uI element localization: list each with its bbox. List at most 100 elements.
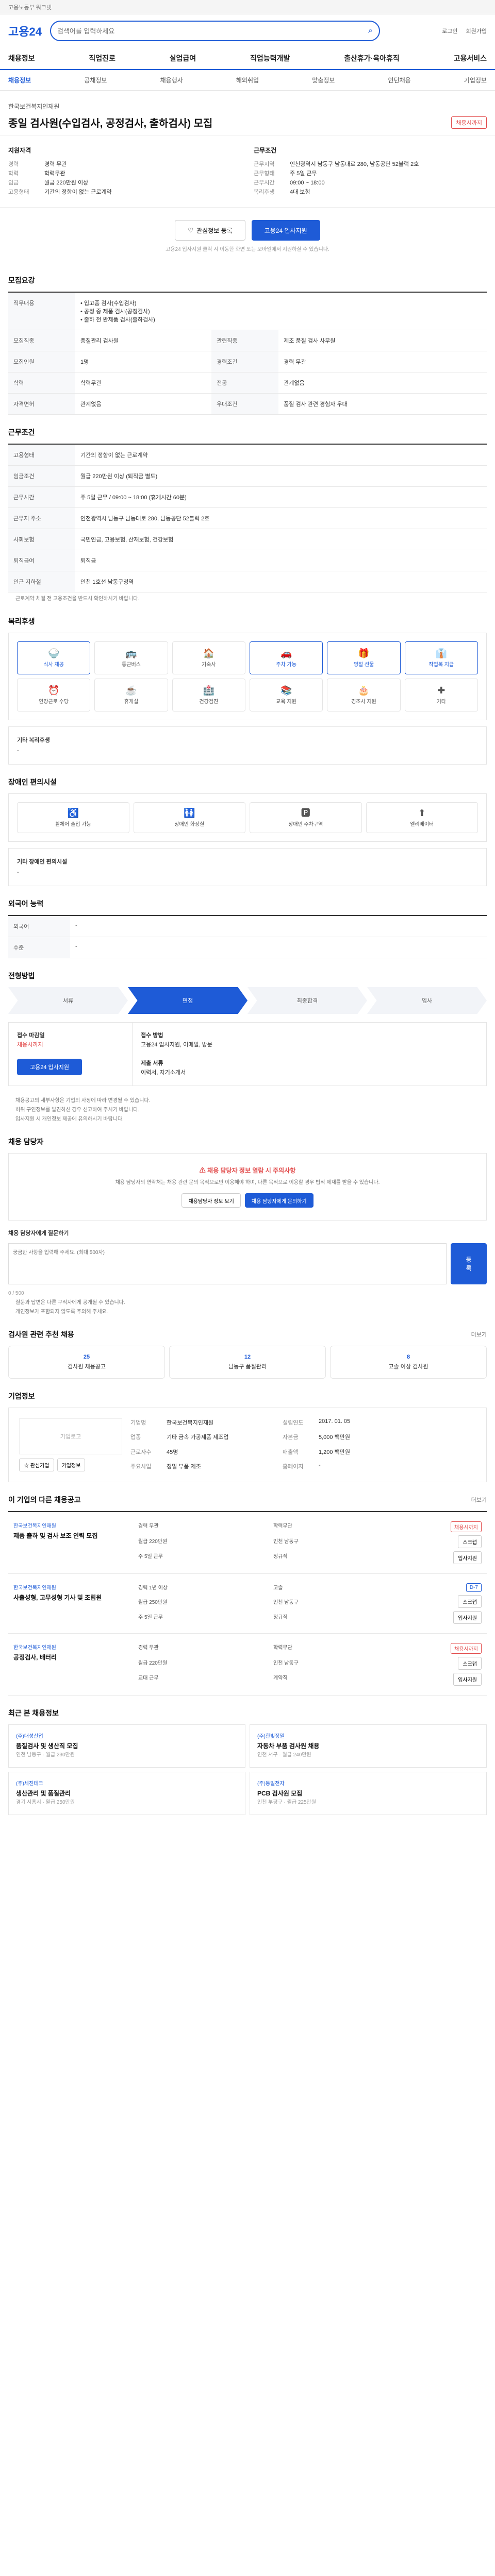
warning-title: ⚠ 채용 담당자 정보 열람 시 주의사항 <box>199 1167 296 1174</box>
login-link[interactable]: 로그인 <box>442 27 457 35</box>
subnav-item-overseas[interactable]: 해외취업 <box>236 76 259 84</box>
scrap-button[interactable]: 스크랩 <box>458 1657 482 1670</box>
apply-small-button[interactable]: 입사지원 <box>453 1673 482 1686</box>
nav-item-jobs[interactable]: 채용정보 <box>8 53 35 63</box>
welfare-item: ⏰ 연장근로 수당 <box>17 679 91 711</box>
main-nav: 채용정보 직업진로 실업급여 직업능력개발 출산휴가·육아휴직 고용서비스 <box>0 47 495 70</box>
job-link[interactable]: 사출성형, 고무성형 기사 및 조립원 <box>13 1593 132 1602</box>
follow-company-button[interactable]: ☆ 관심기업 <box>19 1459 54 1471</box>
apply-small-button[interactable]: 입사지원 <box>453 1551 482 1564</box>
subnav-item-events[interactable]: 채용행사 <box>160 76 183 84</box>
welfare-item: ☕ 휴게실 <box>94 679 168 711</box>
job-link[interactable]: 공정검사, 배터리 <box>13 1653 132 1662</box>
company-title: 기업정보 <box>8 1392 35 1400</box>
qa-count: 0 / 500 <box>8 1291 24 1296</box>
summary-row: 근무시간 09:00 ~ 18:00 <box>254 180 325 186</box>
qa-submit-button[interactable]: 등록 <box>451 1243 487 1284</box>
scrap-button[interactable]: 스크랩 <box>458 1535 482 1548</box>
facility-item: 🅿 장애인 주차구역 <box>250 802 362 833</box>
nav-item-unemployment[interactable]: 실업급여 <box>170 53 196 63</box>
welfare-item: ✚ 기타 <box>404 679 478 711</box>
cake-icon: 🎂 <box>358 685 370 696</box>
welfare-item: 📚 교육 지원 <box>249 679 323 711</box>
site-logo[interactable]: 고용24 <box>8 23 42 39</box>
qualification-panel: 지원자격 경력 경력 무관 학력 학력무관 임금 월급 220만원 이상 고용형태 기간… <box>8 146 241 197</box>
subnav-item-jobs[interactable]: 채용정보 <box>8 76 31 84</box>
parking-icon: 🅿 <box>301 807 310 818</box>
table-row: 근무지 주소 인천광역시 남동구 남동대로 280, 남동공단 52블럭 2호 <box>8 507 487 529</box>
summary-row: 근무형태 주 5일 근무 <box>254 171 317 177</box>
job-org[interactable]: 한국보건복지인재원 <box>8 102 487 111</box>
conditions-panel: 근무조건 근무지역 인천광역시 남동구 남동대로 280, 남동공단 52블럭 2… <box>254 146 487 197</box>
qa-form: 등록 <box>8 1243 487 1284</box>
welfare-item: 🏠 기숙사 <box>172 641 245 674</box>
welfare-item: 🚗 주차 가능 <box>249 641 323 674</box>
conditions-footnote: 근로계약 체결 전 고용조건을 반드시 확인하시기 바랍니다. <box>15 596 140 602</box>
nav-item-service[interactable]: 고용서비스 <box>454 53 487 63</box>
subnav-item-intern[interactable]: 인턴채용 <box>388 76 410 84</box>
recent-card[interactable]: (주)한빛정밀 자동차 부품 검사원 채용 인천 서구 · 월급 240만원 <box>250 1724 487 1768</box>
join-link[interactable]: 회원가입 <box>466 27 487 35</box>
welfare-grid: 🍚 식사 제공 🚌 통근버스 🏠 기숙사 🚗 주차 가능 🎁 명절 선물 👔 작업복 지급 … <box>8 633 487 720</box>
reco-card[interactable]: 25 검사원 채용공고 <box>8 1346 165 1379</box>
scrap-button[interactable]: 스크랩 <box>458 1595 482 1608</box>
process-steps: 서류 면접 최종합격 입사 <box>8 987 487 1014</box>
deadline-panel: 접수 마감일 채용시까지 고용24 입사지원 <box>9 1023 133 1086</box>
search-icon[interactable]: ⌕ <box>368 26 373 36</box>
topbar-text: 고용노동부 워크넷 <box>8 4 52 11</box>
qualification-title: 지원자격 <box>8 147 31 154</box>
process-step: 면접 <box>128 987 248 1014</box>
welfare-item: 🎂 경조사 지원 <box>327 679 401 711</box>
view-contact-button[interactable]: 채용담당자 정보 보기 <box>182 1193 241 1208</box>
disability-grid: ♿ 휠체어 출입 가능 🚻 장애인 화장실 🅿 장애인 주차구역 ⬆ 엘리베이터 <box>8 793 487 842</box>
nav-item-training[interactable]: 직업능력개발 <box>250 53 290 63</box>
apply-button-2[interactable]: 고용24 입사지원 <box>17 1059 82 1075</box>
contact-warning: ⚠ 채용 담당자 정보 열람 시 주의사항 채용 담당자의 연락처는 채용 관련… <box>8 1153 487 1221</box>
subnav-item-custom[interactable]: 맞춤정보 <box>312 76 335 84</box>
facility-item: ⬆ 엘리베이터 <box>366 802 478 833</box>
heart-icon: ♡ <box>188 227 194 234</box>
job-header: 한국보건복지인재원 종일 검사원(수입검사, 공정검사, 출하검사) 모집 채용… <box>0 91 495 135</box>
meal-icon: 🍚 <box>47 648 60 658</box>
recent-title: 최근 본 채용정보 <box>8 1709 59 1717</box>
qa-label: 채용 담당자에게 질문하기 <box>8 1230 69 1236</box>
recent-card[interactable]: (주)동일전자 PCB 검사원 모집 인천 부평구 · 월급 225만원 <box>250 1772 487 1815</box>
process-notes: 채용공고의 세부사항은 기업의 사정에 따라 변경될 수 있습니다. 허위 구인… <box>15 1098 151 1122</box>
nav-item-career[interactable]: 직업진로 <box>89 53 116 63</box>
search-box[interactable]: ⌕ <box>50 21 380 41</box>
summary-row: 복리후생 4대 보험 <box>254 189 310 195</box>
recent-card[interactable]: (주)대성산업 품질검사 및 생산직 모집 인천 남동구 · 월급 230만원 <box>8 1724 245 1768</box>
table-row: 퇴직급여 퇴직금 <box>8 550 487 571</box>
reco-title: 검사원 관련 추천 채용 더보기 <box>8 1330 487 1338</box>
welfare-item: 🏥 건강검진 <box>172 679 245 711</box>
apply-button[interactable]: 고용24 입사지원 <box>251 220 320 241</box>
table-row: 모집직종 품질관리 검사원 관련직종 제조 품질 검사 사무원 <box>8 330 487 351</box>
nav-item-leave[interactable]: 출산휴가·육아휴직 <box>344 53 400 63</box>
search-input[interactable] <box>57 27 364 35</box>
job-link[interactable]: 제품 출하 및 검사 보조 인력 모집 <box>13 1531 132 1540</box>
summary-row: 근무지역 인천광역시 남동구 남동대로 280, 남동공단 52블럭 2호 <box>254 161 419 167</box>
reco-card[interactable]: 8 고졸 이상 검사원 <box>330 1346 487 1379</box>
recent-card[interactable]: (주)세진테크 생산관리 및 품질관리 경기 시흥시 · 월급 250만원 <box>8 1772 245 1815</box>
company-info-button[interactable]: 기업정보 <box>57 1459 86 1471</box>
table-row: 사회보험 국민연금, 고용보험, 산재보험, 건강보험 <box>8 529 487 550</box>
summary-row: 임금 월급 220만원 이상 <box>8 180 89 186</box>
hospital-icon: 🏥 <box>203 685 215 696</box>
car-icon: 🚗 <box>280 648 292 658</box>
process-step: 서류 <box>8 987 128 1014</box>
status-badge: 채용시까지 <box>451 116 487 129</box>
reco-more-link[interactable]: 더보기 <box>471 1330 487 1338</box>
company-logo: 기업로고 <box>19 1418 122 1454</box>
reco-card[interactable]: 12 남동구 품질관리 <box>169 1346 326 1379</box>
conditions-section-title: 근무조건 <box>8 428 35 436</box>
other-jobs-more-link[interactable]: 더보기 <box>471 1496 487 1504</box>
subnav-item-company[interactable]: 기업정보 <box>464 76 487 84</box>
facility-item: 🚻 장애인 화장실 <box>133 802 245 833</box>
subnav-item-public[interactable]: 공채정보 <box>84 76 107 84</box>
ask-contact-button[interactable]: 채용 담당자에게 문의하기 <box>244 1193 314 1208</box>
page: 고용노동부 워크넷 고용24 ⌕ 로그인 회원가입 채용정보 직업진로 실업급여… <box>0 0 495 1846</box>
save-interest-button[interactable]: ♡ 관심정보 등록 <box>175 220 245 241</box>
qa-input[interactable] <box>8 1243 447 1284</box>
lang-title: 외국어 능력 <box>8 900 44 908</box>
apply-small-button[interactable]: 입사지원 <box>453 1611 482 1624</box>
